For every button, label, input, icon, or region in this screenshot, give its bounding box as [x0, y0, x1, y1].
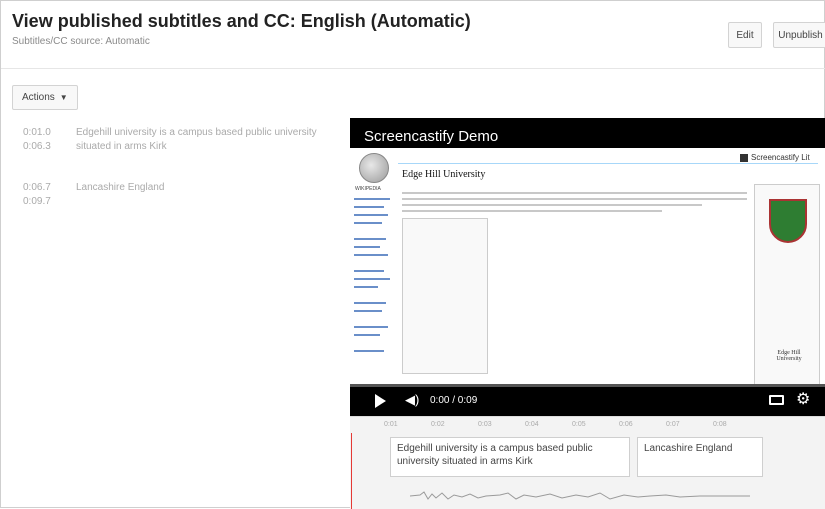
caption-timeline[interactable]: 0:01 0:02 0:03 0:04 0:05 0:06 0:07 0:08 … [350, 416, 825, 509]
wiki-text-line [402, 198, 747, 200]
time-ruler: 0:01 0:02 0:03 0:04 0:05 0:06 0:07 0:08 [350, 421, 825, 433]
wiki-sidebar-link [354, 206, 384, 208]
subtitles-panel: View published subtitles and CC: English… [0, 0, 825, 509]
progress-bar[interactable] [350, 384, 825, 387]
wiki-text-line [402, 192, 747, 194]
cue-times: 0:06.7 0:09.7 [23, 181, 73, 209]
cue-row[interactable]: 0:06.7 0:09.7 Lancashire England [23, 181, 323, 211]
wiki-contents-box [402, 218, 488, 374]
university-crest [769, 199, 807, 243]
video-frame: WIKIPEDIA Edge Hill University Screencas… [350, 148, 825, 416]
cue-row[interactable]: 0:01.0 0:06.3 Edgehill university is a c… [23, 126, 323, 156]
cue-times: 0:01.0 0:06.3 [23, 126, 73, 154]
brand-text: Screencastify Lit [751, 153, 810, 162]
video-title: Screencastify Demo [364, 128, 499, 145]
tick-label: 0:02 [431, 421, 445, 428]
wiki-sidebar-link [354, 326, 388, 328]
screencastify-logo: Screencastify Lit [740, 153, 810, 162]
wiki-sidebar-link [354, 214, 388, 216]
play-icon[interactable] [375, 394, 386, 408]
wiki-sidebar-link [354, 302, 386, 304]
tick-label: 0:01 [384, 421, 398, 428]
wikipedia-globe-icon [359, 153, 389, 183]
wiki-sidebar-link [354, 278, 390, 280]
actions-dropdown[interactable]: Actions ▼ [12, 85, 78, 110]
wiki-sidebar-link [354, 286, 378, 288]
page-title: View published subtitles and CC: English… [12, 11, 471, 31]
cue-text: Edgehill university is a campus based pu… [76, 127, 317, 152]
settings-gear-icon[interactable]: ⚙ [796, 389, 810, 409]
wiki-article-heading: Edge Hill University [402, 169, 486, 180]
tick-label: 0:04 [525, 421, 539, 428]
tick-label: 0:06 [619, 421, 633, 428]
wiki-infobox: Edge Hill University [754, 184, 820, 394]
edit-button[interactable]: Edit [728, 22, 762, 48]
divider [1, 68, 825, 69]
cue-end: 0:06.3 [23, 141, 51, 152]
wiki-sidebar-link [354, 254, 388, 256]
actions-label: Actions [22, 92, 55, 103]
university-wordmark: Edge Hill University [776, 350, 802, 362]
volume-icon[interactable]: ◀) [405, 392, 419, 408]
wiki-text-line [402, 210, 662, 212]
caret-down-icon: ▼ [59, 93, 68, 102]
cue-start: 0:01.0 [23, 127, 51, 138]
unpublish-button[interactable]: Unpublish [773, 22, 825, 48]
tick-label: 0:07 [666, 421, 680, 428]
wiki-sidebar-link [354, 350, 384, 352]
wiki-sidebar-link [354, 222, 382, 224]
wiki-sidebar-link [354, 310, 382, 312]
audio-waveform [410, 491, 750, 500]
timeline-cue[interactable]: Edgehill university is a campus based pu… [390, 437, 630, 477]
wiki-sidebar-link [354, 246, 380, 248]
cue-start: 0:06.7 [23, 182, 51, 193]
wiki-sidebar-link [354, 238, 386, 240]
captions-icon[interactable] [769, 395, 784, 405]
player-controls: ◀) 0:00 / 0:09 ⚙ [350, 384, 825, 416]
playhead[interactable] [351, 433, 352, 509]
time-display: 0:00 / 0:09 [430, 395, 478, 406]
source-label: Subtitles/CC source: Automatic [12, 36, 150, 47]
wiki-sidebar-link [354, 198, 390, 200]
screencastify-mark-icon [740, 153, 748, 162]
wiki-sidebar-link [354, 334, 380, 336]
wiki-wordmark: WIKIPEDIA [355, 186, 381, 192]
wiki-sidebar-link [354, 270, 384, 272]
timeline-cue[interactable]: Lancashire England [637, 437, 763, 477]
tick-label: 0:05 [572, 421, 586, 428]
video-player[interactable]: Screencastify Demo WIKIPEDIA Edge Hill U… [350, 118, 825, 416]
wiki-text-line [402, 204, 702, 206]
cue-text: Lancashire England [76, 182, 165, 193]
tick-label: 0:03 [478, 421, 492, 428]
tick-label: 0:08 [713, 421, 727, 428]
cue-end: 0:09.7 [23, 196, 51, 207]
